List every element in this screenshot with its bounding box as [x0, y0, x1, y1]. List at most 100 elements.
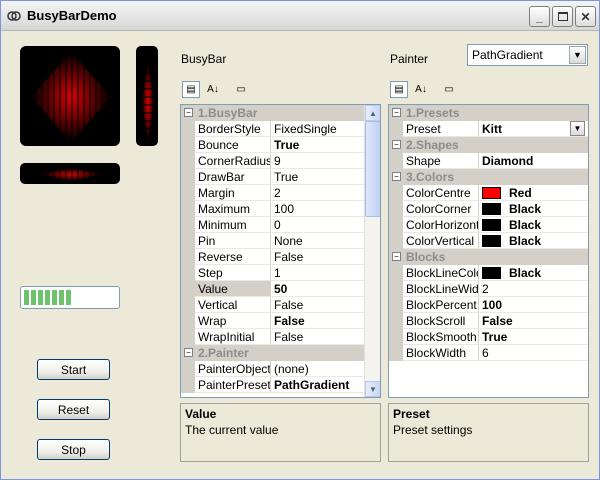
start-button[interactable]: Start — [37, 359, 110, 380]
property-row[interactable]: Step 1 — [181, 265, 364, 281]
property-row[interactable]: Pin None — [181, 233, 364, 249]
property-row[interactable]: ColorCentre Red — [389, 185, 588, 201]
property-row[interactable]: BlockLineColor Black — [389, 265, 588, 281]
property-row[interactable]: PainterPreset PathGradient — [181, 377, 364, 393]
property-pages-icon[interactable]: ▭ — [440, 81, 458, 98]
property-row[interactable]: Preset Kitt ▼ — [389, 121, 588, 137]
scrollbar[interactable]: ▲ ▼ — [364, 105, 380, 397]
property-row[interactable]: Shape Diamond — [389, 153, 588, 169]
collapse-icon[interactable]: − — [392, 252, 401, 261]
property-value[interactable]: False — [482, 314, 513, 328]
reset-button[interactable]: Reset — [37, 399, 110, 420]
collapse-icon[interactable]: − — [392, 140, 401, 149]
property-name: Minimum — [198, 218, 247, 232]
title-bar[interactable]: BusyBarDemo _ ✕ — [1, 1, 599, 31]
stop-button[interactable]: Stop — [37, 439, 110, 460]
property-row[interactable]: ColorHorizontal Black — [389, 217, 588, 233]
property-value[interactable]: PathGradient — [274, 378, 349, 392]
property-row[interactable]: Wrap False — [181, 313, 364, 329]
property-value[interactable]: 2 — [274, 186, 281, 200]
property-value[interactable]: True — [274, 170, 298, 184]
property-row[interactable]: Minimum 0 — [181, 217, 364, 233]
property-row[interactable]: Vertical False — [181, 297, 364, 313]
category-row[interactable]: − Blocks — [389, 249, 588, 265]
property-value[interactable]: 100 — [482, 298, 502, 312]
property-value[interactable]: 50 — [274, 282, 287, 296]
property-value[interactable]: 0 — [274, 218, 281, 232]
property-value[interactable]: False — [274, 314, 305, 328]
sort-alphabetical-icon[interactable]: A↓ — [412, 81, 430, 98]
property-row[interactable]: ColorVertical Black — [389, 233, 588, 249]
scroll-up-icon[interactable]: ▲ — [365, 105, 380, 121]
maximize-button[interactable] — [552, 6, 573, 27]
property-value[interactable]: True — [274, 138, 299, 152]
property-value[interactable]: 6 — [482, 346, 489, 360]
chevron-down-icon[interactable]: ▼ — [569, 46, 586, 64]
property-value[interactable]: Black — [509, 218, 541, 232]
property-row[interactable]: BorderStyle FixedSingle — [181, 121, 364, 137]
property-row[interactable]: Bounce True — [181, 137, 364, 153]
property-list: −1.Presets Preset Kitt ▼ −2.Shapes Shape Diamo… — [388, 104, 589, 398]
property-row[interactable]: ColorCorner Black — [389, 201, 588, 217]
property-value[interactable]: 1 — [274, 266, 281, 280]
category-row[interactable]: −2.Painter — [181, 345, 364, 361]
scroll-thumb[interactable] — [365, 121, 380, 217]
property-value[interactable]: FixedSingle — [274, 122, 337, 136]
row-gutter — [181, 153, 195, 169]
minimize-button[interactable]: _ — [529, 6, 550, 27]
property-row[interactable]: Value 50 — [181, 281, 364, 297]
row-gutter — [389, 329, 403, 345]
property-value[interactable]: 9 — [274, 154, 281, 168]
property-row[interactable]: BlockWidth 6 — [389, 345, 588, 361]
property-name: ColorCentre — [406, 186, 471, 200]
property-row[interactable]: CornerRadius 9 — [181, 153, 364, 169]
sort-alphabetical-icon[interactable]: A↓ — [204, 81, 222, 98]
property-row[interactable]: WrapInitial False — [181, 329, 364, 345]
property-value[interactable]: Diamond — [482, 154, 533, 168]
property-name: Reverse — [198, 250, 243, 264]
property-value[interactable]: Kitt — [482, 122, 502, 136]
property-value[interactable]: 100 — [274, 202, 294, 216]
property-name: Wrap — [198, 314, 227, 328]
property-row[interactable]: BlockScroll False — [389, 313, 588, 329]
category-row[interactable]: −1.BusyBar — [181, 105, 364, 121]
category-row[interactable]: −2.Shapes — [389, 137, 588, 153]
row-gutter — [389, 233, 403, 249]
collapse-icon[interactable]: − — [184, 108, 193, 117]
property-value[interactable]: 2 — [482, 282, 489, 296]
property-value[interactable]: Black — [509, 266, 541, 280]
collapse-icon[interactable]: − — [184, 348, 193, 357]
property-value[interactable]: Black — [509, 202, 541, 216]
collapse-icon[interactable]: − — [392, 108, 401, 117]
category-row[interactable]: −3.Colors — [389, 169, 588, 185]
property-value[interactable]: Red — [509, 186, 532, 200]
property-row[interactable]: Reverse False — [181, 249, 364, 265]
property-value[interactable]: True — [482, 330, 507, 344]
chevron-down-icon[interactable]: ▼ — [570, 121, 585, 136]
property-pages-icon[interactable]: ▭ — [232, 81, 250, 98]
category-row[interactable]: −1.Presets — [389, 105, 588, 121]
property-row[interactable]: DrawBar True — [181, 169, 364, 185]
row-gutter — [389, 201, 403, 217]
close-button[interactable]: ✕ — [575, 6, 596, 27]
progress-bar — [20, 286, 120, 309]
property-value[interactable]: Black — [509, 234, 541, 248]
property-row[interactable]: BlockPercent 100 — [389, 297, 588, 313]
categorized-icon[interactable]: ▤ — [390, 81, 408, 98]
scroll-down-icon[interactable]: ▼ — [365, 381, 380, 397]
property-row[interactable]: Maximum 100 — [181, 201, 364, 217]
collapse-icon[interactable]: − — [392, 172, 401, 181]
property-value[interactable]: None — [274, 234, 303, 248]
property-row[interactable]: Margin 2 — [181, 185, 364, 201]
property-row[interactable]: BlockSmooth True — [389, 329, 588, 345]
categorized-icon[interactable]: ▤ — [182, 81, 200, 98]
property-value[interactable]: False — [274, 298, 303, 312]
property-row[interactable]: PainterObject (none) — [181, 361, 364, 377]
property-value[interactable]: False — [274, 330, 303, 344]
painter-dropdown[interactable]: PathGradient ▼ — [467, 44, 588, 66]
property-value[interactable]: False — [274, 250, 303, 264]
property-row[interactable]: BlockLineWidth2 — [389, 281, 588, 297]
property-value[interactable]: (none) — [274, 362, 309, 376]
row-gutter — [389, 313, 403, 329]
description-title: Preset — [393, 407, 430, 421]
